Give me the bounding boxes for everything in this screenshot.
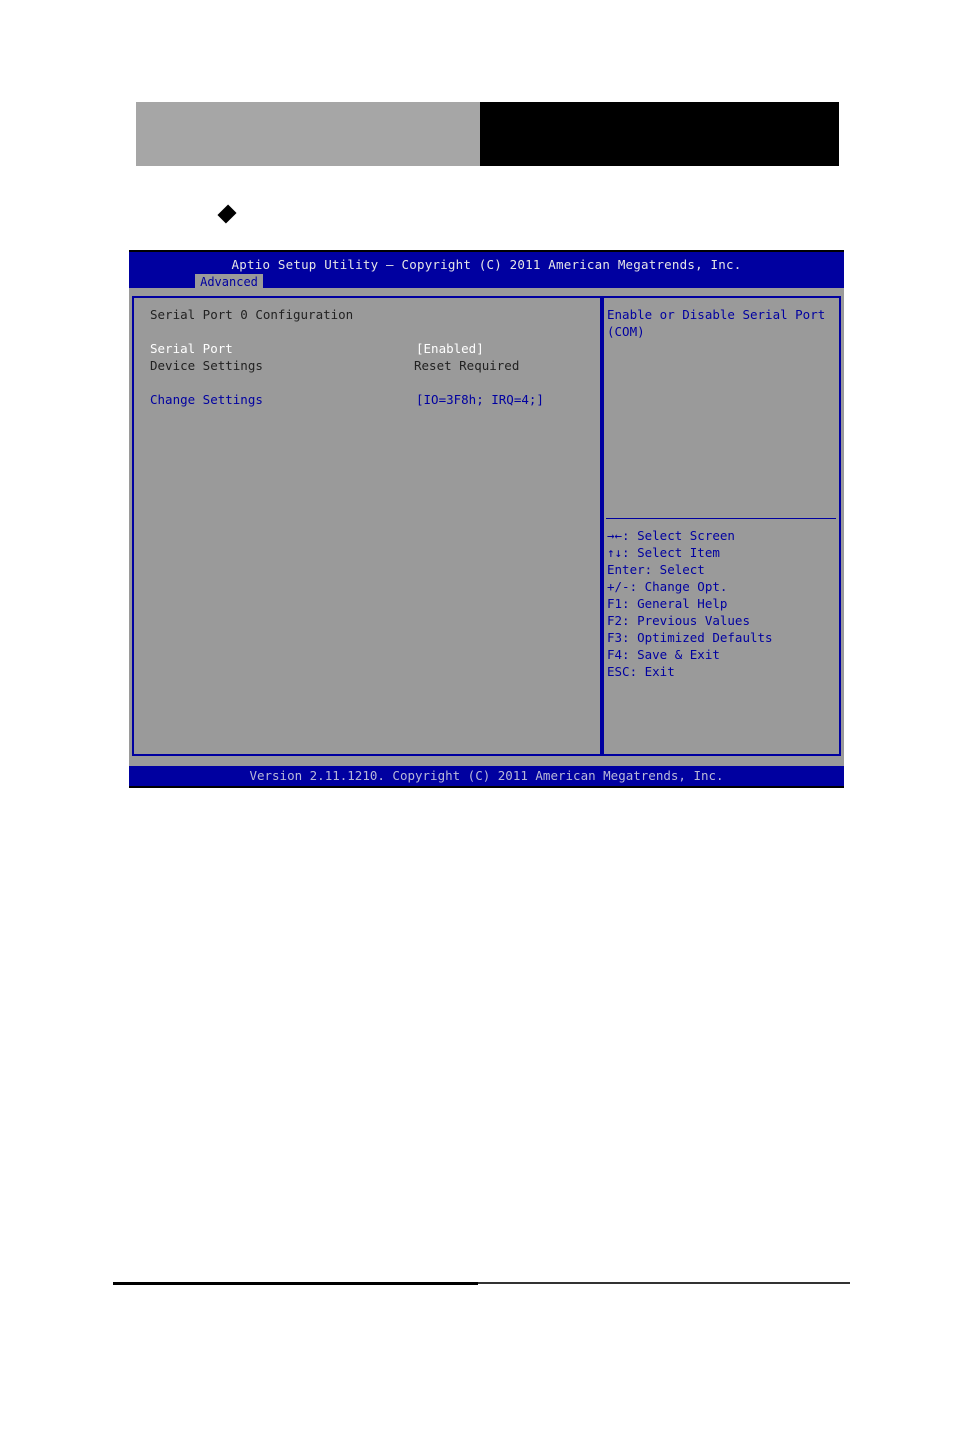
section-title: Serial Port 0 Configuration bbox=[150, 307, 354, 322]
page-footer-rule bbox=[113, 1282, 478, 1285]
key-help-item: F4: Save & Exit bbox=[607, 647, 720, 662]
key-help-item: F3: Optimized Defaults bbox=[607, 630, 773, 645]
key-help-item: F1: General Help bbox=[607, 596, 728, 611]
setting-device-settings-label: Device Settings bbox=[150, 358, 263, 373]
key-help-item: +/-: Change Opt. bbox=[607, 579, 728, 594]
bios-body: Serial Port 0 Configuration Serial Port … bbox=[129, 288, 844, 766]
bios-title-bar: Aptio Setup Utility – Copyright (C) 2011… bbox=[129, 252, 844, 290]
setting-serial-port-value[interactable]: [Enabled] bbox=[416, 340, 484, 357]
key-help-item: ESC: Exit bbox=[607, 664, 675, 679]
key-help-item: Enter: Select bbox=[607, 562, 705, 577]
bios-footer-bar: Version 2.11.1210. Copyright (C) 2011 Am… bbox=[129, 766, 844, 786]
help-text-line: (COM) bbox=[607, 324, 645, 339]
bios-title: Aptio Setup Utility – Copyright (C) 2011… bbox=[231, 257, 742, 272]
header-left-block bbox=[136, 102, 480, 166]
key-help-item: F2: Previous Values bbox=[607, 613, 750, 628]
page-footer-rule-thin bbox=[478, 1282, 850, 1284]
bios-footer-text: Version 2.11.1210. Copyright (C) 2011 Am… bbox=[249, 768, 724, 783]
key-help-item: ↑↓: Select Item bbox=[607, 545, 720, 560]
help-text-line: Enable or Disable Serial Port bbox=[607, 307, 826, 322]
setting-serial-port-label[interactable]: Serial Port bbox=[150, 340, 233, 357]
help-separator bbox=[606, 518, 836, 519]
setting-change-settings-value[interactable]: [IO=3F8h; IRQ=4;] bbox=[416, 391, 544, 408]
setting-change-settings-label[interactable]: Change Settings bbox=[150, 391, 263, 408]
settings-panel: Serial Port 0 Configuration Serial Port … bbox=[132, 296, 602, 756]
setting-device-settings-value: Reset Required bbox=[414, 358, 520, 373]
key-help-item: →←: Select Screen bbox=[607, 528, 735, 543]
header-right-block bbox=[480, 102, 839, 166]
diamond-bullet-icon bbox=[217, 204, 237, 224]
bios-screen: Aptio Setup Utility – Copyright (C) 2011… bbox=[129, 250, 844, 788]
help-panel: Enable or Disable Serial Port (COM) →←: … bbox=[604, 296, 841, 756]
